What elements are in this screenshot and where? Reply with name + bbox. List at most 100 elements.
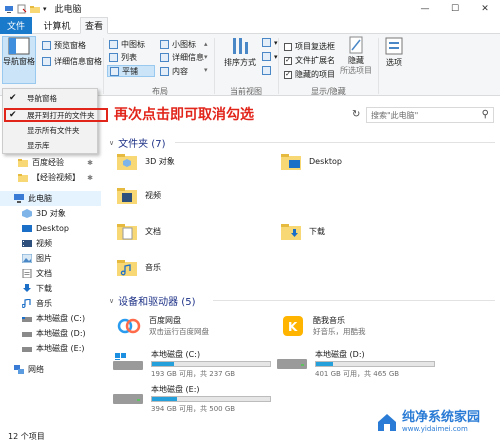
menu-item-show-all-folders[interactable]: 显示所有文件夹	[3, 123, 97, 137]
desktop-icon	[22, 225, 32, 232]
maximize-button[interactable]: ☐	[440, 0, 470, 17]
size-columns-button[interactable]	[262, 66, 271, 75]
app-name: 百度网盘	[149, 316, 181, 325]
ribbon-separator	[278, 38, 279, 94]
nav-item-label: 百度经验	[32, 158, 64, 167]
nav-item-label: 视频	[36, 239, 52, 248]
nav-item-this-pc[interactable]: 此电脑	[0, 191, 101, 206]
folder-desktop[interactable]: Desktop	[281, 153, 342, 170]
nav-item-quick-1[interactable]: 百度经验 ✱	[0, 155, 101, 170]
watermark: 纯净系统家园 www.yidaimei.com	[376, 404, 496, 440]
network-icon	[14, 365, 24, 374]
hide-selected-icon	[349, 36, 363, 54]
pc-icon[interactable]	[4, 4, 14, 14]
drive-name: 本地磁盘 (C:)	[151, 350, 201, 359]
medium-icons-button[interactable]: 中图标	[109, 39, 145, 50]
watermark-url: www.yidaimei.com	[402, 425, 468, 433]
drive-icon	[22, 347, 32, 352]
drive-usage-bar	[151, 361, 271, 367]
tab-computer[interactable]: 计算机	[36, 17, 78, 34]
app-kuwo-music[interactable]: K 酷我音乐 好音乐，用酷我	[281, 315, 366, 337]
devices-section-header[interactable]: ∨ 设备和驱动器 (5)	[109, 293, 196, 309]
hidden-items-toggle[interactable]: ✓ 隐藏的项目	[284, 69, 335, 80]
nav-item-drive-e[interactable]: 本地磁盘 (E:)	[0, 341, 101, 356]
item-checkboxes-checkbox[interactable]	[284, 42, 292, 51]
nav-item-downloads[interactable]: 下载	[0, 281, 101, 296]
refresh-icon[interactable]: ↻	[352, 109, 360, 120]
add-columns-button[interactable]: ▾	[262, 52, 278, 61]
drive-icon	[277, 359, 307, 369]
close-button[interactable]: ✕	[470, 0, 500, 17]
music-folder-icon	[117, 260, 137, 276]
folder-documents[interactable]: 文档	[117, 223, 161, 240]
documents-icon	[22, 269, 32, 278]
nav-item-music[interactable]: 音乐	[0, 296, 101, 311]
menu-item-show-libraries[interactable]: 显示库	[3, 138, 97, 152]
content-view-button[interactable]: 内容	[160, 66, 188, 77]
tab-view[interactable]: 查看	[80, 17, 108, 34]
properties-icon[interactable]	[17, 4, 27, 14]
folder-label: 音乐	[145, 263, 161, 272]
new-folder-icon[interactable]	[30, 4, 40, 14]
menu-item-label: 显示所有文件夹	[27, 125, 80, 135]
pin-icon: ✱	[87, 173, 93, 182]
medium-icons-label: 中图标	[121, 40, 145, 49]
folder-3d-objects[interactable]: 3D 对象	[117, 153, 175, 170]
preview-pane-label: 预览窗格	[54, 41, 86, 50]
file-extensions-toggle[interactable]: ✓ 文件扩展名	[284, 55, 335, 66]
drive-icon	[22, 332, 32, 337]
drive-usage-fill	[152, 362, 175, 366]
group-by-button[interactable]: ▾	[262, 38, 278, 47]
nav-item-network[interactable]: 网络	[0, 362, 101, 377]
nav-item-quick-2[interactable]: 【经验视频】 ✱	[0, 170, 101, 185]
list-view-label: 列表	[121, 53, 137, 62]
nav-item-pictures[interactable]: 图片	[0, 251, 101, 266]
small-icons-button[interactable]: 小图标	[160, 39, 196, 50]
preview-pane-button[interactable]: 预览窗格	[42, 40, 86, 51]
hide-selected-button[interactable]: 隐藏 所选项目	[338, 36, 374, 76]
downloads-folder-icon	[281, 224, 301, 240]
nav-item-3d-objects[interactable]: 3D 对象	[0, 206, 101, 221]
ribbon-separator	[214, 38, 215, 94]
layout-scroll-icon[interactable]: ▴ ▾ ▾	[204, 38, 208, 77]
minimize-button[interactable]: —	[410, 0, 440, 17]
folder-videos[interactable]: 视频	[117, 187, 161, 204]
nav-item-videos[interactable]: 视频	[0, 236, 101, 251]
options-button[interactable]: 选项	[382, 36, 406, 68]
nav-item-desktop[interactable]: Desktop	[0, 221, 101, 236]
navigation-pane-button[interactable]: 导航窗格	[2, 36, 36, 84]
folder-music[interactable]: 音乐	[117, 259, 161, 276]
hidden-items-checkbox[interactable]: ✓	[284, 70, 292, 79]
details-pane-button[interactable]: 详细信息窗格	[42, 56, 102, 67]
drive-name: 本地磁盘 (D:)	[315, 350, 365, 359]
tiles-view-button[interactable]: 平铺	[107, 65, 155, 77]
drive-info: 401 GB 可用，共 465 GB	[315, 370, 400, 378]
tiles-view-label: 平铺	[122, 66, 138, 76]
search-input[interactable]: 搜索"此电脑" ⚲	[366, 107, 494, 123]
nav-item-drive-d[interactable]: 本地磁盘 (D:)	[0, 326, 101, 341]
folders-section-header[interactable]: ∨ 文件夹 (7)	[109, 135, 165, 151]
details-view-label: 详细信息	[172, 53, 204, 62]
nav-item-label: 3D 对象	[36, 209, 66, 218]
quick-access-toolbar: ▾	[0, 4, 47, 14]
details-view-icon	[160, 53, 169, 62]
details-view-button[interactable]: 详细信息	[160, 52, 204, 63]
sort-by-button[interactable]: 排序方式	[220, 36, 260, 68]
drive-info: 394 GB 可用，共 500 GB	[151, 405, 236, 413]
list-view-button[interactable]: 列表	[109, 52, 137, 63]
nav-item-drive-c[interactable]: 本地磁盘 (C:)	[0, 311, 101, 326]
file-extensions-checkbox[interactable]: ✓	[284, 56, 292, 65]
drive-name: 本地磁盘 (E:)	[151, 385, 200, 394]
options-label: 选项	[386, 58, 402, 67]
menu-item-navigation-pane[interactable]: ✔ 导航窗格	[3, 91, 97, 105]
navigation-pane-label: 导航窗格	[3, 57, 35, 66]
app-subtitle: 好音乐，用酷我	[313, 327, 366, 336]
devices-section-title: 设备和驱动器 (5)	[118, 297, 196, 308]
item-checkboxes-toggle[interactable]: 项目复选框	[284, 41, 335, 52]
collapse-icon: ∨	[109, 138, 115, 147]
qat-dropdown-icon[interactable]: ▾	[43, 5, 47, 13]
nav-item-documents[interactable]: 文档	[0, 266, 101, 281]
app-baidu-netdisk[interactable]: 百度网盘 双击运行百度网盘	[117, 315, 209, 337]
tab-file[interactable]: 文件	[0, 17, 32, 34]
folder-downloads[interactable]: 下载	[281, 223, 325, 240]
